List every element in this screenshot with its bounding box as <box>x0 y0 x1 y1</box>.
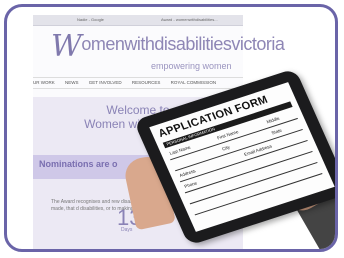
image-frame: Nadie - Google Award - womenwithdisabili… <box>4 4 338 252</box>
logo-text: omenwithdisabilitiesvictoria <box>81 34 285 54</box>
nav-item: GET INVOLVED <box>88 80 122 85</box>
field-label: City <box>221 144 231 152</box>
nav-item: RESOURCES <box>131 80 161 85</box>
site-tagline: empowering women <box>151 61 232 71</box>
site-nav: UR WORK NEWS GET INVOLVED RESOURCES ROYA… <box>33 77 243 89</box>
browser-tab: Award - womenwithdisabilities... <box>161 17 218 22</box>
logo-initial: W <box>51 29 82 64</box>
nav-item: NEWS <box>65 80 79 85</box>
nav-item: ROYAL COMMISSION <box>170 80 217 85</box>
browser-tab-bar: Nadie - Google Award - womenwithdisabili… <box>33 15 243 26</box>
site-logo: Womenwithdisabilitiesvictoria <box>51 29 285 64</box>
browser-tab: Nadie - Google <box>77 17 104 22</box>
countdown-unit: Days <box>121 227 133 233</box>
nominations-text: Nominations are o <box>39 159 118 169</box>
field-label: State <box>270 127 283 136</box>
nav-item: UR WORK <box>33 80 55 85</box>
field-label: Middle <box>265 115 281 125</box>
